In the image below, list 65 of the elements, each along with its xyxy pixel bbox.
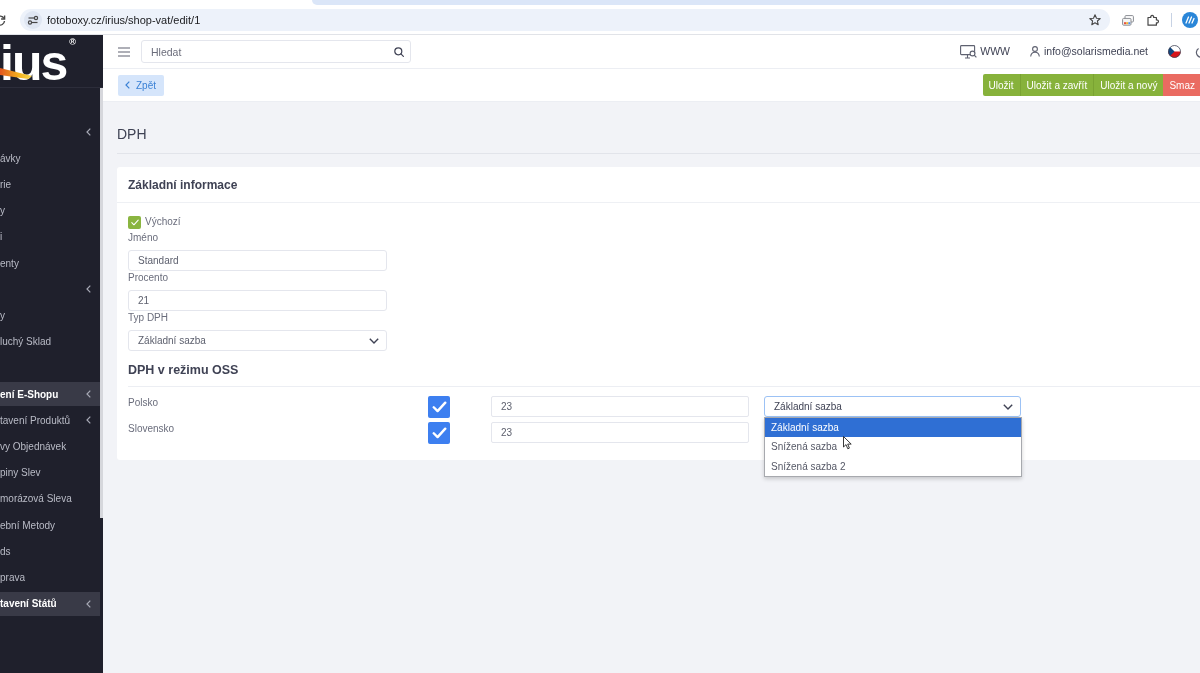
sidebar-item[interactable]: vy Objednávek (0, 434, 100, 459)
chevron-down-icon (1003, 403, 1013, 410)
country-label: Slovensko (128, 423, 175, 434)
profile-avatar-icon[interactable] (1182, 12, 1198, 28)
chevron-left-icon (86, 599, 91, 608)
monitor-icon[interactable] (960, 44, 978, 59)
scrollbar-thumb[interactable] (100, 88, 103, 518)
checkbox-label: Výchozí (145, 215, 181, 229)
chevron-down-icon (369, 337, 379, 344)
puzzle-icon[interactable] (1147, 14, 1159, 26)
mouse-pointer-icon (843, 436, 852, 450)
chevron-left-icon (86, 285, 91, 294)
chevron-left-icon (86, 390, 91, 399)
sidebar-item[interactable]: ební Metody (0, 513, 100, 537)
sidebar-item[interactable]: rie (0, 172, 100, 197)
sidebar-item[interactable]: y (0, 303, 100, 328)
dropdown-select[interactable]: Základní sazba (764, 396, 1021, 417)
site-info-icon[interactable] (24, 11, 42, 29)
field-label: Typ DPH (128, 311, 168, 325)
sidebar-item[interactable]: ení E-Shopu (0, 382, 100, 407)
text-input[interactable]: Standard (128, 250, 387, 271)
sidebar-item[interactable]: tavení Produktů (0, 408, 100, 433)
search-icon[interactable] (394, 46, 404, 57)
url-text: fotoboxy.cz/irius/shop-vat/edit/1 (47, 12, 201, 28)
field-label: Procento (128, 271, 169, 285)
sidebar-item[interactable]: piny Slev (0, 460, 100, 485)
sidebar-item[interactable]: luchý Sklad (0, 329, 100, 354)
sidebar-item[interactable]: i (0, 224, 100, 249)
search-field[interactable]: Hledat (141, 40, 411, 63)
rate-input[interactable]: 23 (491, 422, 749, 443)
text-input[interactable]: 21 (128, 290, 387, 311)
checkmark-icon (431, 401, 447, 413)
chevron-left-icon (86, 416, 91, 425)
chevron-left-icon (86, 128, 91, 137)
dropdown-select[interactable]: Základní sazba (128, 330, 387, 351)
sidebar-item[interactable]: morázová Sleva (0, 486, 100, 511)
window-stack-icon[interactable] (1122, 14, 1134, 26)
dropdown-option[interactable]: Základní sazba (765, 418, 1021, 438)
section-title: DPH v režimu OSS (128, 362, 240, 378)
dropdown-option[interactable]: Snížená sazba (765, 437, 1021, 457)
field-label: Jméno (128, 231, 158, 245)
checkbox[interactable] (428, 396, 450, 418)
menu-icon[interactable] (118, 46, 130, 57)
sidebar-item[interactable]: enty (0, 251, 100, 276)
user-icon[interactable] (1029, 46, 1040, 57)
flag-icon[interactable] (1168, 45, 1181, 58)
country-label: Polsko (128, 397, 158, 408)
bookmark-star-icon[interactable] (1089, 14, 1101, 26)
page-title: DPH (117, 125, 148, 143)
chevron-left-icon (125, 81, 130, 89)
sidebar-item[interactable]: tavení Států (0, 591, 100, 616)
card-title: Základní informace (128, 176, 238, 194)
website-link[interactable]: WWW (980, 43, 1010, 60)
sidebar-item[interactable]: prava (0, 565, 100, 590)
checkmark-icon (130, 218, 139, 226)
sidebar-item[interactable]: ds (0, 539, 100, 564)
user-account-link[interactable]: info@solarismedia.net (1043, 43, 1148, 60)
address-bar[interactable]: fotoboxy.cz/irius/shop-vat/edit/1 (20, 9, 1110, 31)
checkbox[interactable] (128, 215, 141, 229)
checkbox[interactable] (428, 422, 450, 444)
dropdown-option[interactable]: Snížená sazba 2 (765, 456, 1021, 476)
sidebar-item[interactable]: y (0, 198, 100, 223)
rate-input[interactable]: 23 (491, 396, 749, 417)
sidebar-item[interactable]: ávky (0, 146, 100, 171)
checkmark-icon (431, 427, 447, 439)
